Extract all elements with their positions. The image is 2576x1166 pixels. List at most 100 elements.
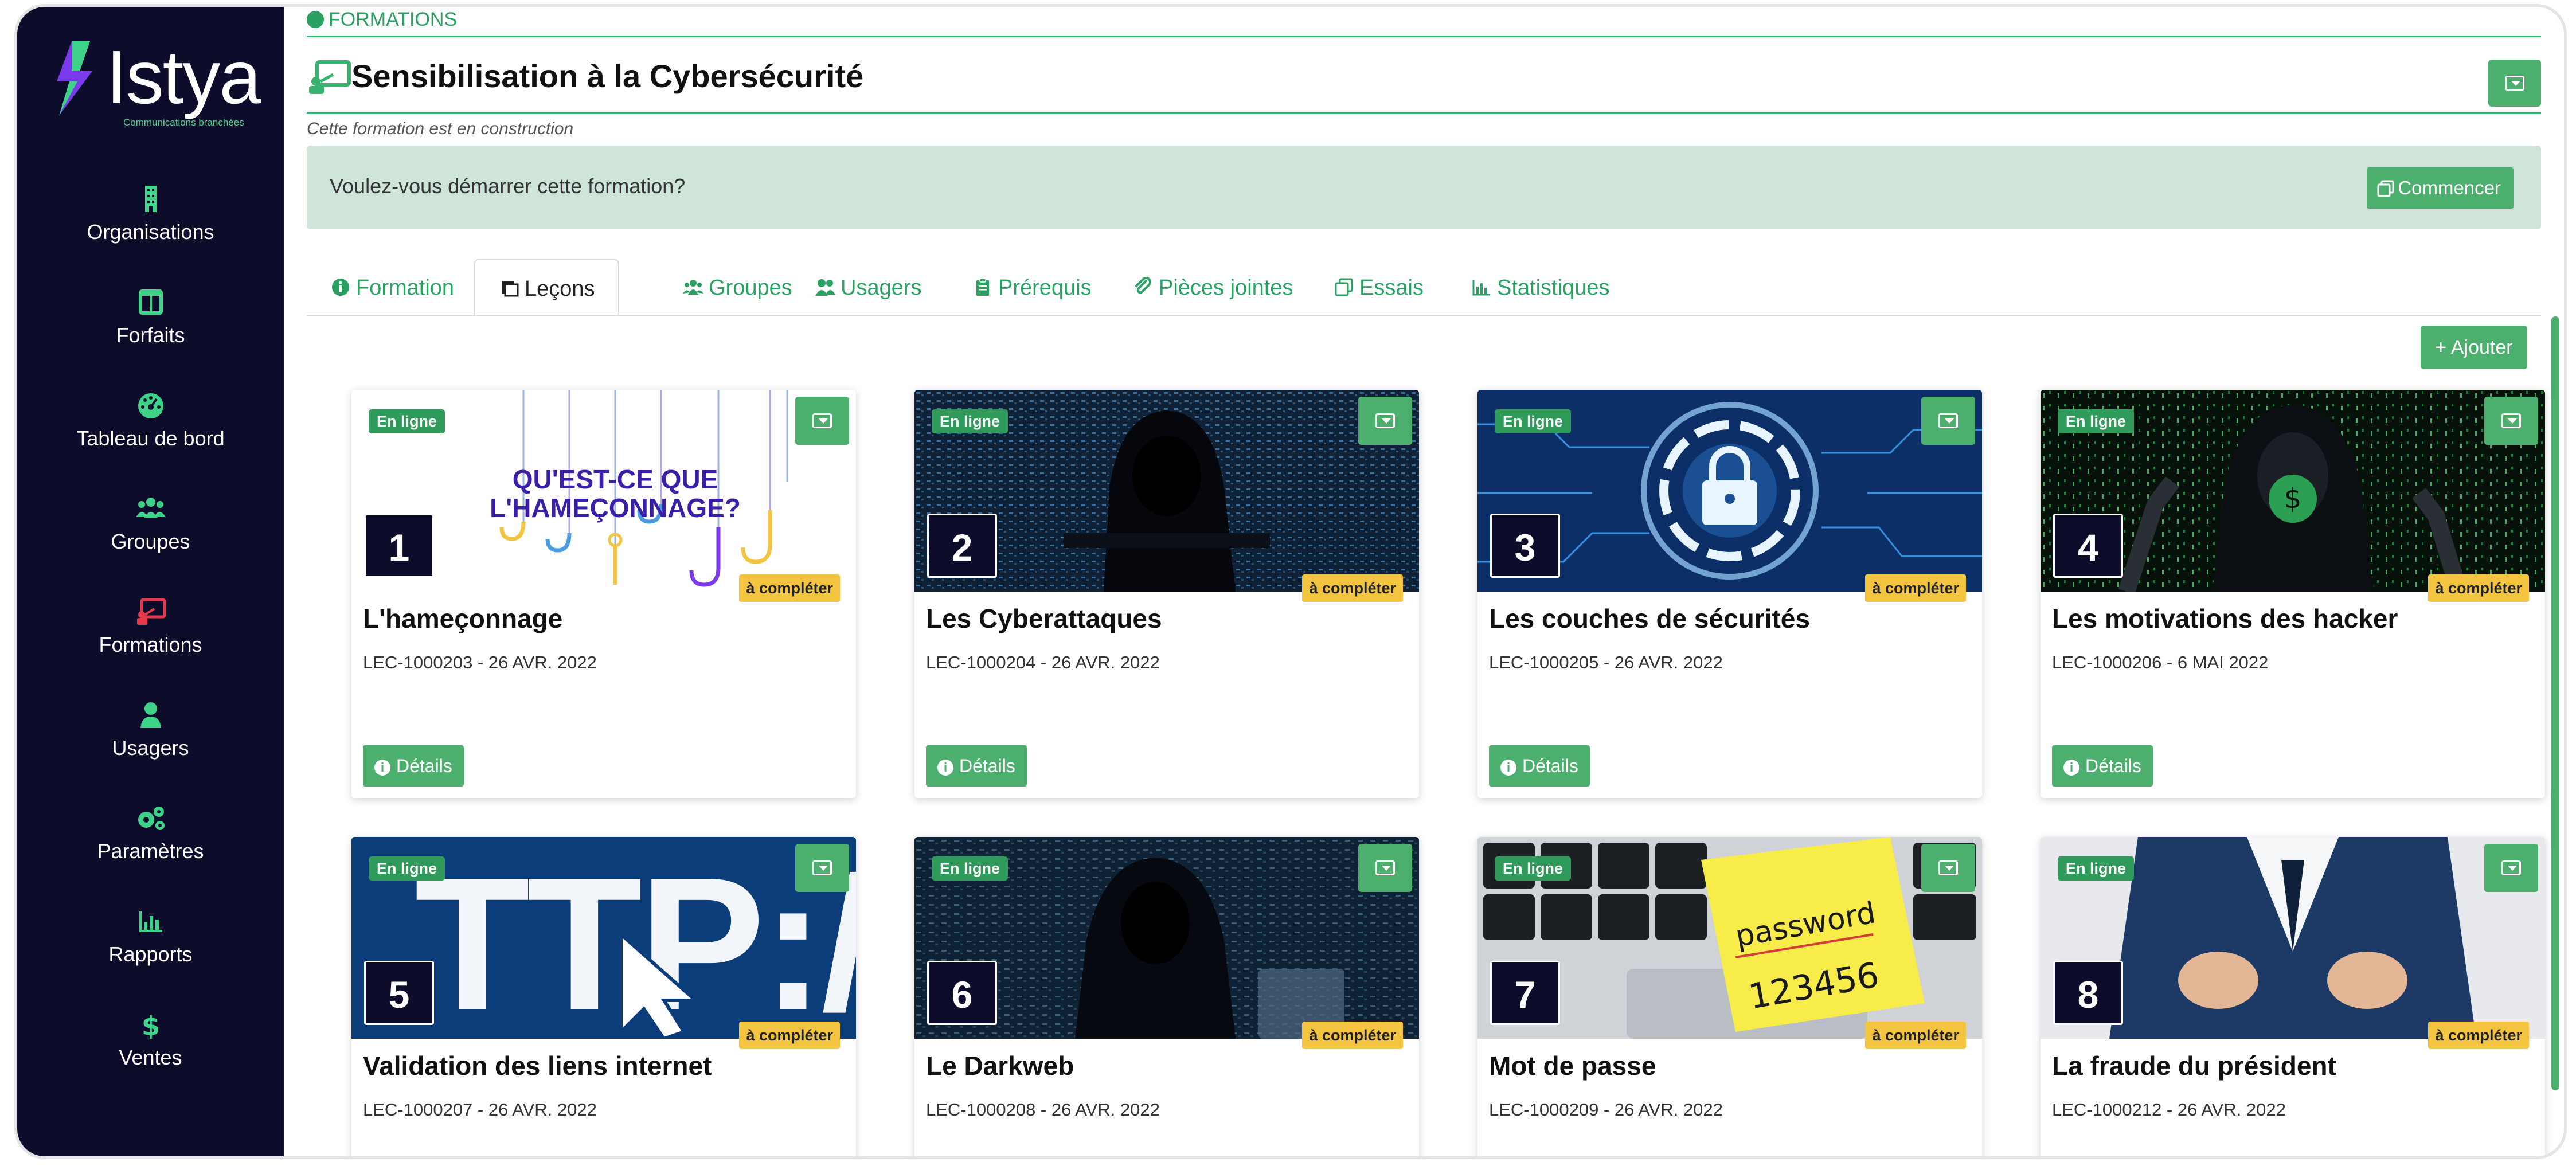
tab-essais[interactable]: Essais [1333, 259, 1424, 316]
details-button[interactable]: i Détails [363, 745, 464, 787]
lesson-number: 6 [927, 961, 997, 1025]
card-menu-button[interactable] [2484, 397, 2538, 445]
sidebar-item-usagers[interactable]: Usagers [17, 701, 284, 804]
breadcrumb-label: FORMATIONS [329, 9, 458, 30]
caret-square-down-icon [2501, 413, 2521, 428]
tab-pieces-jointes[interactable]: Pièces jointes [1132, 259, 1293, 316]
tab-label: Usagers [841, 276, 922, 300]
presentation-icon [17, 597, 284, 631]
lesson-card-3[interactable]: En ligne 3 à compléter Les couches de sé… [1477, 390, 1982, 798]
lesson-meta: LEC-1000205 - 26 AVR. 2022 [1489, 652, 1723, 672]
start-question: Voulez-vous démarrer cette formation? [330, 174, 686, 198]
tab-label: Prérequis [998, 276, 1092, 300]
lesson-title: L'hameçonnage [363, 604, 563, 633]
todo-badge: à compléter [739, 574, 840, 602]
lesson-meta: LEC-1000212 - 26 AVR. 2022 [2052, 1100, 2286, 1120]
tab-label: Pièces jointes [1159, 276, 1293, 300]
lesson-card-7[interactable]: password 123456 En ligne 7 à compléter M… [1477, 837, 1982, 1156]
todo-badge: à compléter [1865, 1022, 1966, 1049]
breadcrumb[interactable]: FORMATIONS [307, 7, 457, 36]
users-group-icon [683, 280, 703, 295]
caret-square-down-icon [1375, 860, 1395, 875]
caret-square-down-icon [1938, 413, 1958, 428]
add-lesson-button[interactable]: + Ajouter [2421, 326, 2527, 369]
scrollbar[interactable] [2551, 316, 2559, 1090]
lesson-card-5[interactable]: TTP://WW En ligne 5 à compléter Validati… [351, 837, 856, 1156]
card-menu-button[interactable] [2484, 844, 2538, 892]
start-button[interactable]: Commencer [2367, 167, 2514, 209]
todo-badge: à compléter [2428, 1022, 2529, 1049]
sidebar-item-label: Usagers [112, 736, 189, 760]
details-button[interactable]: i Détails [2052, 745, 2153, 787]
card-menu-button[interactable] [1358, 844, 1412, 892]
sidebar-item-tableau-de-bord[interactable]: Tableau de bord [17, 391, 284, 494]
sidebar-item-ventes[interactable]: $ Ventes [17, 1010, 284, 1113]
tab-prerequis[interactable]: Prérequis [972, 259, 1092, 316]
todo-badge: à compléter [2428, 574, 2529, 602]
lesson-meta: LEC-1000208 - 26 AVR. 2022 [926, 1100, 1160, 1120]
tab-usagers[interactable]: Usagers [814, 259, 922, 316]
tab-label: Statistiques [1497, 276, 1610, 300]
lesson-card-4[interactable]: $ En ligne 4 à compléter Les motivations… [2041, 390, 2545, 798]
lesson-card-2[interactable]: En ligne 2 à compléter Les Cyberattaques… [914, 390, 1419, 798]
lesson-number: 1 [364, 514, 434, 578]
sidebar-item-parametres[interactable]: Paramètres [17, 804, 284, 907]
sidebar-item-groupes[interactable]: Groupes [17, 494, 284, 597]
todo-badge: à compléter [1865, 574, 1966, 602]
sidebar-item-forfaits[interactable]: Forfaits [17, 288, 284, 391]
card-menu-button[interactable] [1921, 397, 1975, 445]
caret-square-down-icon [812, 413, 832, 428]
clipboard-icon [976, 278, 989, 296]
sidebar: Istya Communications branchées Organisat… [17, 7, 284, 1156]
scroll-icon [502, 281, 519, 297]
sidebar-item-formations[interactable]: Formations [17, 597, 284, 701]
tab-statistiques[interactable]: Statistiques [1471, 259, 1609, 316]
area-chart-icon [1472, 280, 1490, 296]
columns-icon [17, 288, 284, 321]
lesson-card-1[interactable]: QU'EST-CE QUE L'HAMEÇONNAGE? En ligne 1 … [351, 390, 856, 798]
tab-formation[interactable]: Formation [330, 259, 454, 316]
card-menu-button[interactable] [795, 397, 849, 445]
online-badge: En ligne [1495, 856, 1572, 881]
paperclip-icon [1135, 277, 1152, 294]
sidebar-item-rapports[interactable]: Rapports [17, 907, 284, 1010]
tab-lecons[interactable]: Leçons [474, 259, 619, 316]
info-icon [332, 279, 349, 296]
card-menu-button[interactable] [795, 844, 849, 892]
card-menu-button[interactable] [1921, 844, 1975, 892]
lightning-icon [57, 41, 92, 116]
details-button[interactable]: i Détails [1489, 745, 1590, 787]
caret-square-down-icon [1375, 413, 1395, 428]
tab-label: Groupes [709, 276, 792, 300]
sidebar-item-label: Rapports [108, 942, 193, 966]
online-badge: En ligne [369, 409, 445, 433]
lesson-number: 3 [1490, 514, 1560, 578]
lesson-meta: LEC-1000209 - 26 AVR. 2022 [1489, 1100, 1723, 1120]
lesson-card-6[interactable]: En ligne 6 à compléter Le Darkweb LEC-10… [914, 837, 1419, 1156]
logo-tagline: Communications branchées [123, 117, 244, 128]
info-icon: i [1500, 760, 1516, 776]
lesson-title: Les Cyberattaques [926, 604, 1162, 633]
sidebar-item-label: Formations [99, 633, 202, 656]
divider [307, 112, 2541, 114]
users-icon [815, 279, 835, 296]
details-button[interactable]: i Détails [926, 745, 1027, 787]
sidebar-item-organisations[interactable]: Organisations [17, 185, 284, 288]
copy-icon [1335, 278, 1353, 296]
istya-logo[interactable]: Istya Communications branchées [43, 34, 272, 132]
users-group-icon [17, 494, 284, 527]
caret-square-down-icon [2505, 76, 2524, 91]
tab-bar: Formation Leçons Groupes Usagers Prérequ… [307, 259, 2541, 316]
card-menu-button[interactable] [1358, 397, 1412, 445]
title-menu-button[interactable] [2488, 60, 2541, 107]
lesson-card-8[interactable]: En ligne 8 à compléter La fraude du prés… [2041, 837, 2545, 1156]
online-badge: En ligne [2058, 409, 2135, 433]
lesson-number: 5 [364, 961, 434, 1025]
details-button-label: Détails [959, 756, 1015, 776]
info-icon: i [937, 760, 953, 776]
gauge-icon [17, 391, 284, 424]
divider [307, 36, 2541, 37]
start-button-label: Commencer [2398, 177, 2501, 198]
lesson-title: Le Darkweb [926, 1051, 1074, 1081]
tab-groupes[interactable]: Groupes [682, 259, 792, 316]
